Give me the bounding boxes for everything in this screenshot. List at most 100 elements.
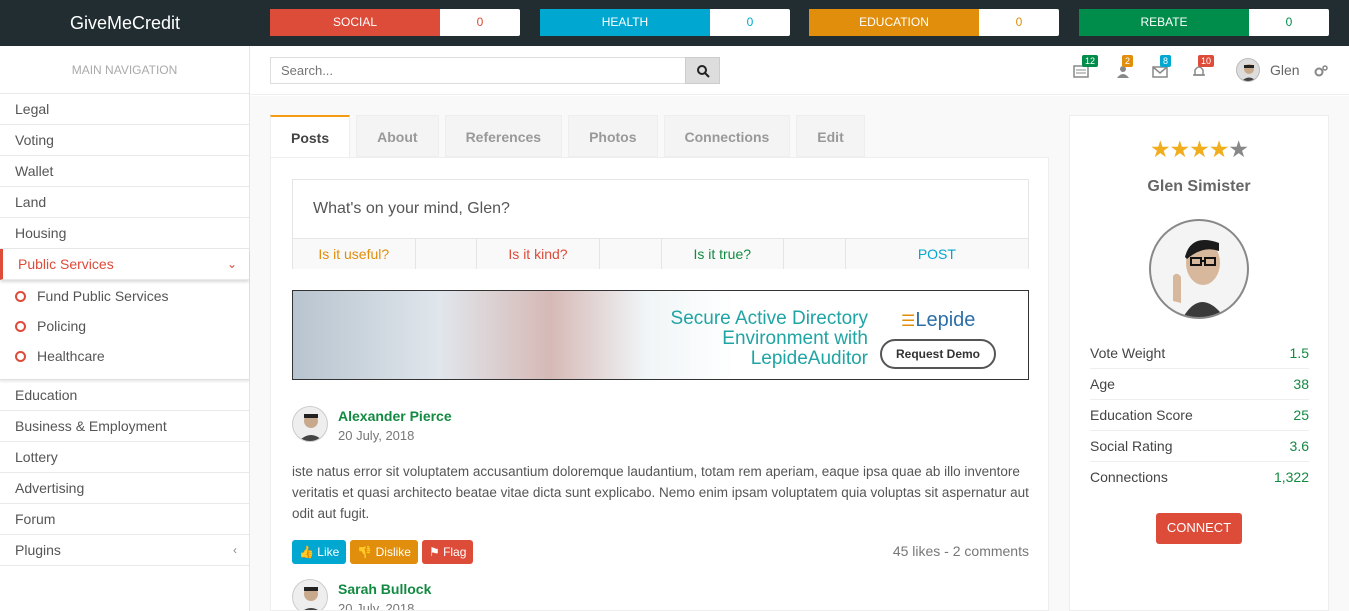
ad-text: Secure Active Directory Environment with… [670,308,868,369]
flag-icon: ⚑ [428,545,440,559]
user-name[interactable]: Glen [1270,62,1300,78]
post-item: Sarah Bullock 20 July, 2018 [292,579,1029,610]
like-button[interactable]: 👍 Like [292,540,347,564]
ad-banner[interactable]: Secure Active Directory Environment with… [292,290,1029,380]
tab-posts[interactable]: Posts [270,115,351,157]
useful-button[interactable]: Is it useful? [293,239,416,269]
stat-row: Age 38 [1090,369,1309,400]
thumbs-down-icon: 👎 [357,545,373,559]
true-button[interactable]: Is it true? [662,239,784,269]
post-meta: 45 likes - 2 comments [892,543,1029,559]
score-social[interactable]: SOCIAL 0 [270,9,520,36]
posts-panel: What's on your mind, Glen? Is it useful?… [270,157,1049,611]
star-empty-icon: ★ [1228,136,1249,162]
alerts-badge: 10 [1198,55,1215,67]
chevron-down-icon: ⌄ [226,257,237,271]
sidebar: MAIN NAVIGATION Legal Voting Wallet Land… [0,46,250,611]
score-label: REBATE [1079,9,1249,36]
circle-icon [15,351,26,362]
post-actions: 👍 Like 👎 Dislike ⚑ Flag [292,540,477,564]
dislike-button[interactable]: 👎 Dislike [350,540,418,564]
sidebar-item-label: Plugins [15,542,61,558]
circle-icon [15,321,26,332]
profile-avatar [1149,219,1249,319]
avatar[interactable] [292,579,328,610]
profile-tabs: Posts About References Photos Connection… [270,115,871,157]
post-date: 20 July, 2018 [338,428,415,443]
star-icon: ★★★★ [1149,136,1229,162]
post-button[interactable]: POST [846,239,1028,269]
submenu-item-healthcare[interactable]: Healthcare [0,341,249,371]
sidebar-item-business[interactable]: Business & Employment [0,411,249,442]
stat-row: Education Score 25 [1090,400,1309,431]
post-composer: What's on your mind, Glen? Is it useful?… [292,179,1029,269]
sidebar-item-voting[interactable]: Voting [0,125,249,156]
sidebar-item-wallet[interactable]: Wallet [0,156,249,187]
users-badge: 2 [1122,55,1134,67]
sidebar-item-advertising[interactable]: Advertising [0,473,249,504]
circle-icon [15,291,26,302]
post-author[interactable]: Sarah Bullock [338,581,431,597]
messages-badge: 12 [1082,55,1099,67]
tab-references[interactable]: References [444,115,563,157]
composer-spacer [784,239,846,269]
avatar-image [304,587,318,610]
sidebar-item-legal[interactable]: Legal [0,94,249,125]
submenu-item-fund-public-services[interactable]: Fund Public Services [0,281,249,311]
thumbs-up-icon: 👍 [299,545,314,559]
chevron-left-icon: ‹ [233,543,237,557]
score-value: 0 [1249,9,1329,36]
tab-photos[interactable]: Photos [568,115,658,157]
score-rebate[interactable]: REBATE 0 [1079,9,1329,36]
profile-stats: Vote Weight 1.5 Age 38 Education Score 25 S… [1090,338,1309,493]
avatar[interactable] [1236,58,1260,82]
gears-icon[interactable] [1313,63,1329,79]
avatar-image [1241,64,1257,81]
search-icon [697,65,710,78]
profile-image [1173,240,1224,317]
search-input[interactable] [270,57,686,84]
composer-input[interactable]: What's on your mind, Glen? [313,200,510,218]
request-demo-button[interactable]: Request Demo [880,339,996,369]
sidebar-item-label: Public Services [18,256,114,272]
sidebar-item-lottery[interactable]: Lottery [0,442,249,473]
stat-row: Vote Weight 1.5 [1090,338,1309,369]
score-education[interactable]: EDUCATION 0 [809,9,1059,36]
score-label: SOCIAL [270,9,440,36]
lepide-logo: ☰Lepide [901,309,976,331]
connect-button[interactable]: CONNECT [1156,513,1242,544]
rating-stars: ★★★★★ [1070,136,1328,163]
post-item: Alexander Pierce 20 July, 2018 iste natu… [292,406,1029,576]
avatar[interactable] [292,406,328,442]
search-button[interactable] [685,57,720,84]
composer-spacer [600,239,662,269]
top-bar: GiveMeCredit SOCIAL 0 HEALTH 0 EDUCATION… [0,0,1349,46]
composer-spacer [416,239,478,269]
mail-badge: 8 [1160,55,1172,67]
sidebar-item-public-services[interactable]: Public Services ⌄ [0,249,249,280]
sidebar-item-forum[interactable]: Forum [0,504,249,535]
app-logo[interactable]: GiveMeCredit [0,0,250,46]
sidebar-item-education[interactable]: Education [0,380,249,411]
score-value: 0 [979,9,1059,36]
tab-connections[interactable]: Connections [663,115,791,157]
kind-button[interactable]: Is it kind? [477,239,600,269]
submenu-item-policing[interactable]: Policing [0,311,249,341]
tab-about[interactable]: About [356,115,439,157]
score-label: HEALTH [540,9,710,36]
sidebar-item-housing[interactable]: Housing [0,218,249,249]
flag-button[interactable]: ⚑ Flag [421,540,474,564]
profile-name: Glen Simister [1147,178,1251,195]
post-author[interactable]: Alexander Pierce [338,408,452,424]
submenu: Fund Public Services Policing Healthcare [0,280,249,380]
tab-edit[interactable]: Edit [796,115,865,157]
score-health[interactable]: HEALTH 0 [540,9,790,36]
sidebar-item-plugins[interactable]: Plugins ‹ [0,535,249,566]
score-value: 0 [440,9,520,36]
header: 12 2 8 10 Glen [250,46,1349,95]
post-text: iste natus error sit voluptatem accusant… [292,464,1029,521]
avatar-image [298,414,324,441]
composer-actions: Is it useful? Is it kind? Is it true? PO… [293,238,1028,269]
sidebar-item-land[interactable]: Land [0,187,249,218]
sidebar-header: MAIN NAVIGATION [0,46,249,94]
